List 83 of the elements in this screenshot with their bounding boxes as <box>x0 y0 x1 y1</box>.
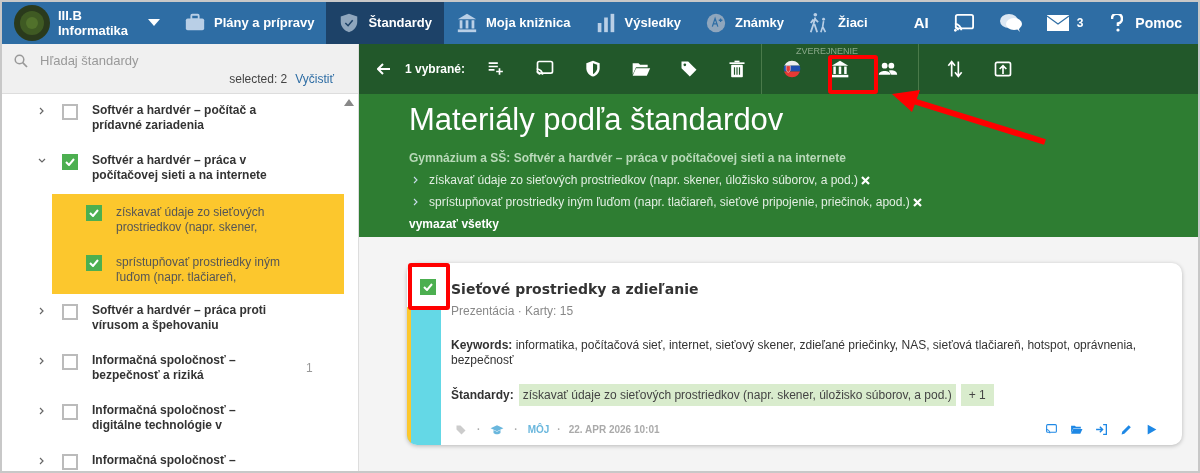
check-icon <box>89 209 99 217</box>
scroll-up-icon[interactable] <box>344 99 354 106</box>
separator-dot: · <box>557 423 561 437</box>
clear-link[interactable]: Vyčistiť <box>295 70 334 93</box>
tree-subitem[interactable]: sprístupňovať prostriedky iným ľuďom (napr. tlačiareň, <box>52 244 344 294</box>
chevron-right-icon[interactable] <box>38 307 46 315</box>
item-count: 1 <box>306 360 313 377</box>
search-icon <box>14 54 28 68</box>
class-name: Informatika <box>58 23 130 38</box>
annotation-box <box>828 55 878 94</box>
standard-filter: získavať údaje zo sieťových prostriedkov (napr. skener, úložisko súborov, a pod.) <box>429 172 858 189</box>
bank-icon <box>456 12 479 34</box>
grade-icon <box>704 12 727 34</box>
bank-icon[interactable] <box>830 59 851 79</box>
export-icon[interactable] <box>993 59 1014 79</box>
search-input[interactable]: Hľadaj štandardy <box>40 51 290 71</box>
mail-icon <box>1046 15 1069 31</box>
tree-item-label[interactable]: Softvér a hardvér – počítač a prídavné zariadenia <box>92 103 282 133</box>
more-tag[interactable]: + 1 <box>960 384 994 406</box>
cast-icon[interactable] <box>1045 423 1058 436</box>
chevron-right-icon[interactable] <box>38 407 46 415</box>
chevron-down-icon[interactable] <box>38 157 46 165</box>
separator-dot: · <box>514 423 518 437</box>
caret-down-icon[interactable] <box>148 19 160 27</box>
tree-subitem[interactable]: získavať údaje zo sieťových prostriedkov (napr. skener, <box>52 194 344 244</box>
chevron-right-icon[interactable] <box>38 107 46 115</box>
help-icon <box>1111 14 1124 32</box>
clear-all-link[interactable]: vymazať všetky <box>409 215 1198 233</box>
chevron-right-icon <box>412 176 419 184</box>
flag-icon[interactable] <box>782 59 803 79</box>
tree-item-label[interactable]: Informačná spoločnosť – <box>92 453 282 468</box>
chevron-right-icon[interactable] <box>38 357 46 365</box>
tree-item-label[interactable]: Informačná spoločnosť – digitálne technológie v <box>92 403 282 433</box>
sign-in-icon[interactable] <box>1095 423 1108 436</box>
material-card[interactable] <box>407 263 1182 445</box>
remove-icon[interactable] <box>861 175 870 185</box>
tree-item-label[interactable]: Informačná spoločnosť – bezpečnosť a riziká <box>92 353 282 383</box>
checkbox[interactable] <box>62 454 78 470</box>
chevron-right-icon[interactable] <box>38 457 46 465</box>
folder-icon[interactable] <box>1070 423 1083 436</box>
checkbox[interactable] <box>62 404 78 420</box>
checkbox[interactable] <box>62 354 78 370</box>
back-arrow-icon[interactable] <box>377 63 391 75</box>
keywords-text: Keywords: informatika, počítačová sieť, internet, sieťový skener, zdieľané priečinky, NAS, sieťová tlačiareň, hotspot, oprávnenia, bezpečnosť <box>451 338 1138 368</box>
help-button[interactable]: Pomoc <box>1095 12 1198 34</box>
checkbox[interactable] <box>86 255 102 271</box>
trash-icon[interactable] <box>727 59 748 79</box>
checkbox[interactable] <box>420 279 436 295</box>
tree-item-label[interactable]: Softvér a hardvér – práca v počítačovej sieti a na internete <box>92 153 282 183</box>
play-icon[interactable] <box>1145 423 1158 436</box>
nav-tab[interactable]: Štandardy <box>326 2 445 44</box>
standard-filter: sprístupňovať prostriedky iným ľuďom (napr. tlačiareň, sieťové pripojenie, priečinok, apod.) <box>429 194 910 211</box>
page-title: Materiály podľa štandardov <box>409 101 784 139</box>
pencil-icon[interactable] <box>1120 423 1133 436</box>
card-meta: Prezentácia · Karty: 15 <box>451 303 575 320</box>
standard-tag: získavať údaje zo sieťových prostriedkov (napr. skener, úložisko súborov, a pod.) <box>518 384 956 406</box>
ai-button[interactable]: AI <box>901 11 941 35</box>
checkbox[interactable] <box>62 104 78 120</box>
search-field[interactable]: Hľadaj štandardy <box>2 44 358 70</box>
subject-heading: Gymnázium a SŠ: Softvér a hardvér – práca v počítačovej sieti a na internete <box>409 149 847 167</box>
selected-count: selected: 2 <box>229 71 288 88</box>
remove-icon[interactable] <box>912 197 922 207</box>
owner-label: MÔJ <box>527 422 550 437</box>
mail-button[interactable]: 3 <box>1034 14 1096 32</box>
separator-dot: · <box>477 423 481 437</box>
tag-icon <box>455 423 467 436</box>
chevron-right-icon <box>412 198 419 206</box>
graduation-cap-icon <box>490 423 505 436</box>
checkbox[interactable] <box>62 154 78 170</box>
selection-label: 1 vybrané: <box>405 61 466 78</box>
standards-label: Štandardy: <box>451 386 514 404</box>
check-icon <box>65 158 75 166</box>
checkbox[interactable] <box>62 304 78 320</box>
tree-item-label[interactable]: Softvér a hardvér – práca proti vírusom a špehovaniu <box>92 303 282 333</box>
card-title[interactable]: Sieťové prostriedky a zdieľanie <box>451 279 1158 300</box>
card-date: 22. APR 2026 10:01 <box>568 423 660 437</box>
check-icon <box>423 283 433 291</box>
cast-icon[interactable] <box>952 13 975 33</box>
class-name: III.B <box>58 8 83 23</box>
group-label: ZVEREJNENIE <box>796 46 859 56</box>
check-icon <box>89 259 99 267</box>
annotation-box <box>408 263 450 310</box>
checkbox[interactable] <box>86 205 102 221</box>
